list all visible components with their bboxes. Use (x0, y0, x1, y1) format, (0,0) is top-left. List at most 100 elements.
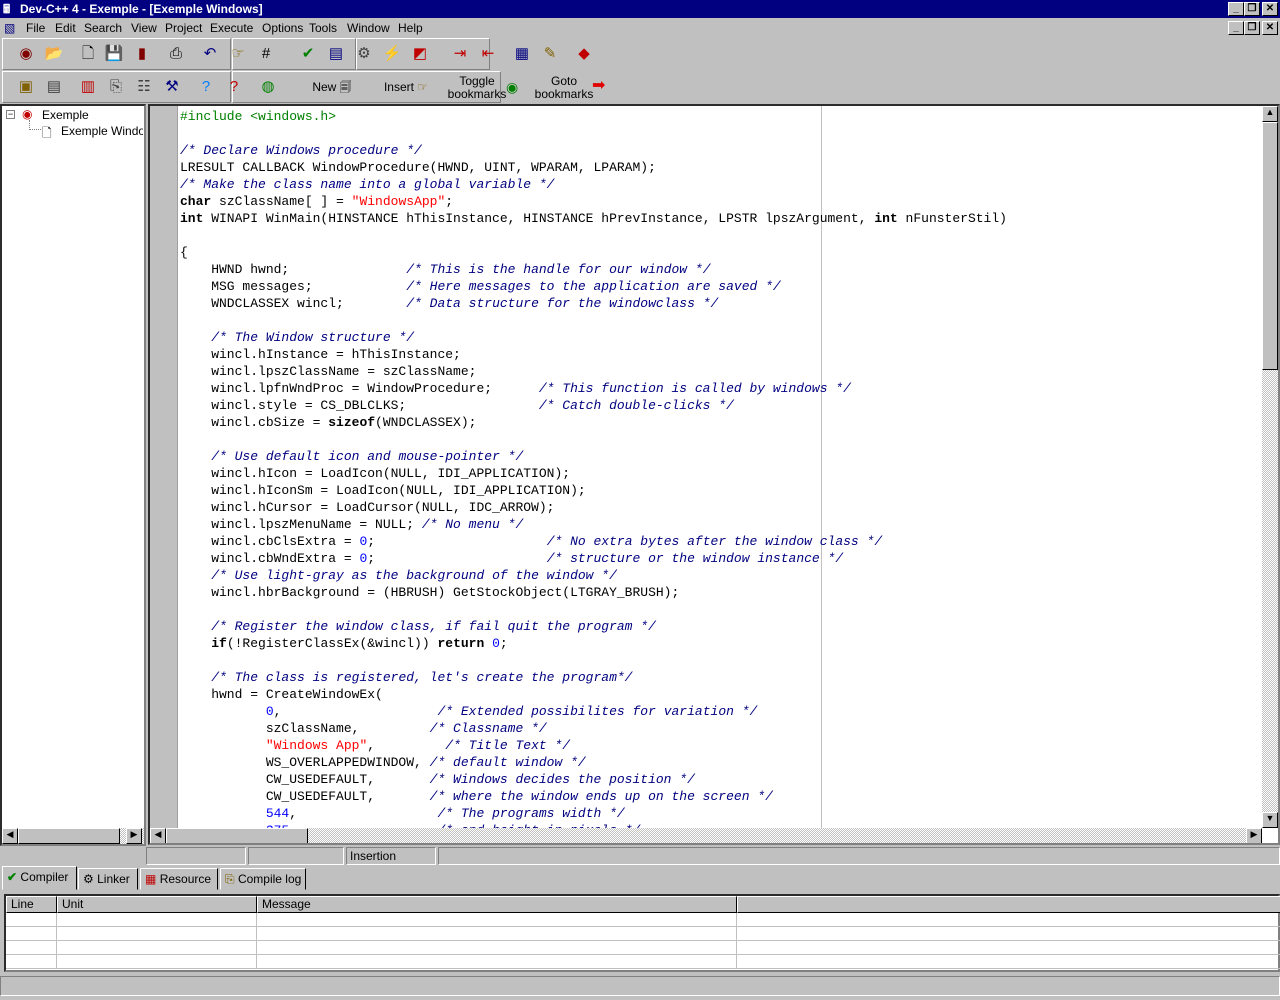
help-context-button[interactable]: ? (222, 75, 246, 99)
menu-options[interactable]: Options (262, 18, 303, 38)
hscroll-thumb[interactable] (166, 828, 308, 843)
class-button[interactable]: ▣ (14, 75, 38, 99)
environment-button[interactable]: ⚒ (160, 75, 184, 99)
scroll-left-button[interactable]: ◀ (2, 828, 18, 844)
help-button[interactable]: ? (194, 75, 218, 99)
menu-help[interactable]: Help (398, 18, 423, 38)
save-button[interactable]: 💾 (102, 42, 126, 66)
maximize-button[interactable]: ❐ (1244, 2, 1260, 16)
web-button[interactable]: ◍ (256, 75, 280, 99)
tab-linker[interactable]: ⚙ Linker (78, 868, 138, 890)
unindent-icon: ⇤ (481, 45, 495, 62)
undo-icon: ↶ (203, 45, 217, 62)
compiler-options-button[interactable]: ⎘ (104, 75, 128, 99)
code-editor[interactable]: #include <windows.h> /* Declare Windows … (148, 104, 1280, 845)
column-line[interactable]: Line (6, 896, 57, 913)
column-unit[interactable]: Unit (57, 896, 257, 913)
run-window-button[interactable]: ▤ (324, 42, 348, 66)
environment-icon: ⚒ (165, 78, 179, 95)
code-token: wincl.hInstance = hThisInstance; (180, 347, 461, 362)
debug-button[interactable]: ◩ (408, 42, 432, 66)
rebuild-button[interactable]: ⚡ (380, 42, 404, 66)
open-folder-button[interactable]: 📂 (42, 42, 66, 66)
toggle-bookmarks-button[interactable]: Toggle bookmarks ◉ (446, 75, 526, 103)
code-line: int WINAPI WinMain(HINSTANCE hThisInstan… (180, 210, 1007, 227)
scroll-up-button[interactable]: ▲ (1262, 106, 1278, 122)
scroll-down-button[interactable]: ▼ (1262, 812, 1278, 828)
goto-line-button[interactable]: ☞ (226, 42, 250, 66)
column-filler (737, 896, 1280, 913)
toggle-label-2: bookmarks (447, 87, 507, 101)
doc-restore-button[interactable]: ❐ (1244, 21, 1260, 35)
table-cell (6, 927, 57, 941)
print-button[interactable]: ⎙ (164, 42, 188, 66)
editor-gutter (150, 106, 178, 828)
new-bookmark-button[interactable]: New 🗐 (302, 73, 362, 101)
unindent-button[interactable]: ⇤ (476, 42, 500, 66)
minimize-button[interactable]: _ (1228, 2, 1244, 16)
chart-button[interactable]: ▥ (76, 75, 100, 99)
menu-search[interactable]: Search (84, 18, 122, 38)
project-options-button[interactable]: ✎ (538, 42, 562, 66)
tab-resource[interactable]: ▦ Resource (140, 868, 218, 890)
include-button[interactable]: # (254, 42, 278, 66)
add-to-project-button[interactable]: ▦ (510, 42, 534, 66)
compile-run-button[interactable]: ⚙ (352, 42, 376, 66)
doc-minimize-button[interactable]: _ (1228, 21, 1244, 35)
scroll-thumb[interactable] (18, 828, 120, 844)
close-button[interactable]: ✕ (1262, 2, 1278, 16)
eraser-button[interactable]: ◆ (572, 42, 596, 66)
editor-hscrollbar[interactable] (150, 828, 1262, 843)
code-token: WS_OVERLAPPEDWINDOW, (180, 755, 430, 770)
menu-execute[interactable]: Execute (210, 18, 253, 38)
collapse-toggle[interactable]: − (6, 110, 15, 119)
new-file-button[interactable]: 🗋 (76, 42, 100, 66)
tree-button[interactable]: ☷ (132, 75, 156, 99)
code-text[interactable]: #include <windows.h> /* Declare Windows … (180, 108, 1007, 839)
code-token: (!RegisterClassEx(&wincl)) (226, 636, 438, 651)
menu-window[interactable]: Window (347, 18, 390, 38)
code-token: MSG messages; (180, 279, 407, 294)
project-button[interactable]: ◉ (14, 42, 38, 66)
goto-label-1: Goto (550, 74, 577, 88)
tab-compile-log[interactable]: ⎘ Compile log (220, 868, 306, 890)
vscroll-thumb[interactable] (1262, 122, 1278, 370)
add-to-project-icon: ▦ (514, 45, 530, 62)
tree-root[interactable]: Exemple (42, 108, 89, 122)
doc-close-button[interactable]: ✕ (1262, 21, 1278, 35)
hscroll-left-button[interactable]: ◀ (150, 828, 166, 843)
compile-check-button[interactable]: ✔ (296, 42, 320, 66)
bottom-status-bar (0, 976, 1280, 996)
insert-bookmark-button[interactable]: Insert ☞ (372, 73, 440, 101)
code-token: /* This function is called by windows */ (538, 381, 851, 396)
code-line: /* The class is registered, let's create… (180, 669, 1007, 686)
document-icon: ▧ (4, 21, 16, 35)
class-icon: ▣ (18, 78, 34, 95)
hscroll-right-button[interactable]: ▶ (1246, 828, 1262, 843)
goto-bookmarks-button[interactable]: Goto bookmarks ➡ (534, 75, 614, 103)
indent-button[interactable]: ⇥ (448, 42, 472, 66)
menu-view[interactable]: View (131, 18, 157, 38)
code-token: hwnd = CreateWindowEx( (180, 687, 383, 702)
notes-button[interactable]: ▤ (42, 75, 66, 99)
menu-edit[interactable]: Edit (55, 18, 76, 38)
close-door-button[interactable]: ▮ (130, 42, 154, 66)
help-context-icon: ? (229, 78, 239, 95)
menu-file[interactable]: File (26, 18, 45, 38)
menu-tools[interactable]: Tools (309, 18, 337, 38)
column-message[interactable]: Message (257, 896, 737, 913)
tree-file[interactable]: Exemple Windows (61, 124, 143, 138)
code-token: LRESULT CALLBACK WindowProcedure(HWND, U… (180, 160, 656, 175)
close-door-icon: ▮ (137, 45, 147, 62)
scroll-right-button[interactable]: ▶ (126, 828, 142, 844)
code-token: /* structure or the window instance */ (546, 551, 844, 566)
undo-button[interactable]: ↶ (198, 42, 222, 66)
tab-label: Linker (97, 872, 130, 886)
code-line: szClassName, /* Classname */ (180, 720, 1007, 737)
indent-icon: ⇥ (453, 45, 467, 62)
chart-icon: ▥ (80, 78, 96, 95)
menu-project[interactable]: Project (165, 18, 202, 38)
tab-compiler[interactable]: ✔ Compiler (2, 866, 77, 890)
